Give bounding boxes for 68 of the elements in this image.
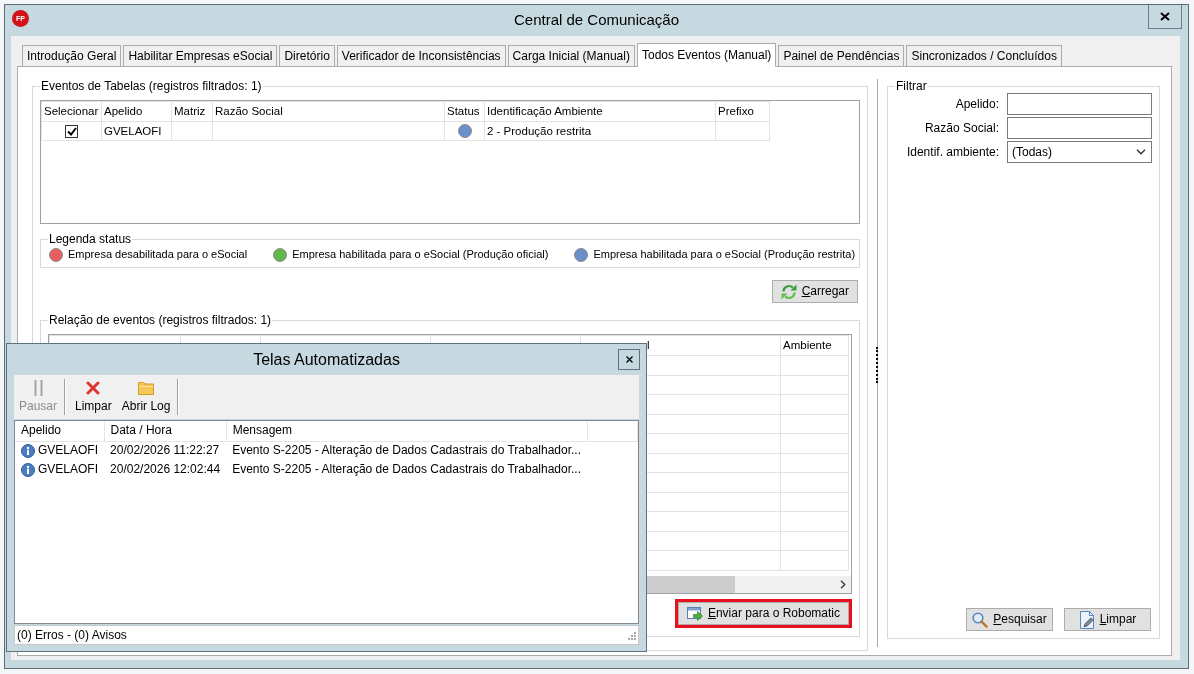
tab[interactable]: Habilitar Empresas eSocial: [123, 45, 278, 66]
cross-icon: [86, 381, 101, 395]
column-header: l: [647, 339, 650, 352]
load-button[interactable]: Carregar: [771, 280, 858, 303]
table-cell: GVELAOFI: [38, 443, 99, 459]
text-field[interactable]: [1007, 117, 1152, 139]
legend-label: Empresa desabilitada para o eSocial: [68, 248, 248, 262]
search-icon: [972, 611, 989, 628]
table-cell: GVELAOFI: [38, 462, 99, 477]
group-title: Eventos de Tabelas (registros filtrados: 1): [40, 79, 263, 93]
close-icon: [1160, 12, 1170, 21]
legend-label: Empresa habilitada para o eSocial (Produção oficial): [292, 248, 549, 262]
refresh-icon: [780, 283, 797, 300]
group-title: Relação de eventos (registros filtrados: 1): [48, 313, 273, 327]
text-field[interactable]: [1007, 93, 1152, 115]
toolbar-button[interactable]: Abrir Log: [116, 378, 176, 416]
tab[interactable]: Painel de Pendências: [778, 45, 905, 66]
column-header: Status: [444, 101, 485, 122]
column-header: Razão Social: [212, 101, 445, 122]
column-header: Data / Hora: [104, 421, 227, 441]
table-cell: 2 - Produção restrita: [484, 121, 716, 141]
group-title: Legenda status: [48, 232, 133, 246]
column-header: Identificação Ambiente: [484, 101, 716, 122]
document-pencil-icon: [1078, 610, 1095, 629]
table-cell: 20/02/2026 11:22:27: [104, 441, 227, 460]
toolbar-button[interactable]: Limpar: [70, 378, 117, 416]
pause-icon: [33, 380, 43, 396]
table-cell-text: 20/02/2026 12:02:44: [109, 461, 222, 478]
close-button[interactable]: [618, 349, 640, 370]
close-button[interactable]: [1148, 5, 1182, 29]
resize-grip-icon: [627, 630, 636, 640]
dropdown[interactable]: (Todas): [1007, 141, 1152, 163]
check-icon: [66, 126, 77, 136]
checkbox[interactable]: [65, 124, 78, 138]
chevron-down-icon: [1136, 149, 1146, 155]
column-header: Apelido: [101, 101, 172, 122]
column-header: Apelido: [15, 421, 105, 441]
clear-button[interactable]: Limpar: [1064, 608, 1151, 631]
group-title: Filtrar: [895, 79, 928, 93]
folder-icon: [138, 381, 155, 395]
column-header: Ambiente: [783, 339, 832, 352]
field-label: Razão Social:: [923, 120, 1000, 136]
table-cell-text: Evento S-2205 - Alteração de Dados Cadastrais do Trabalhador...: [231, 461, 583, 478]
window-title: Central de Comunicação: [512, 10, 681, 30]
close-icon: [625, 356, 633, 363]
column-header: Selecionar: [41, 101, 102, 122]
dialog-title: Telas Automatizadas: [252, 349, 401, 370]
column-header: Prefixo: [715, 101, 770, 122]
column-header: Matriz: [171, 101, 213, 122]
splitter-handle[interactable]: [875, 347, 878, 383]
table-cell: GVELAOFI: [101, 121, 172, 141]
tab[interactable]: Verificador de Inconsistências: [336, 45, 506, 66]
tab[interactable]: Todos Eventos (Manual): [636, 43, 777, 67]
chevron-right-icon: [839, 580, 846, 589]
search-button[interactable]: Pesquisar: [966, 608, 1053, 631]
info-icon: [21, 443, 35, 458]
info-icon: [21, 462, 35, 477]
status-text: (0) Erros - (0) Avisos: [17, 627, 127, 643]
send-button[interactable]: Enviar para o Robomatic: [677, 602, 849, 625]
field-label: Apelido:: [954, 96, 1000, 112]
table-cell: Evento S-2205 - Alteração de Dados Cadastrais do Trabalhador...: [226, 441, 588, 460]
field-label: Identif. ambiente:: [905, 144, 1000, 160]
tab[interactable]: Sincronizados / Concluídos: [906, 45, 1062, 66]
column-header: Mensagem: [226, 421, 588, 441]
tab[interactable]: Introdução Geral: [22, 45, 122, 66]
legend-label: Empresa habilitada para o eSocial (Produção restrita): [593, 248, 856, 262]
tab[interactable]: Carga Inicial (Manual): [507, 45, 635, 66]
tab[interactable]: Diretório: [279, 45, 335, 66]
